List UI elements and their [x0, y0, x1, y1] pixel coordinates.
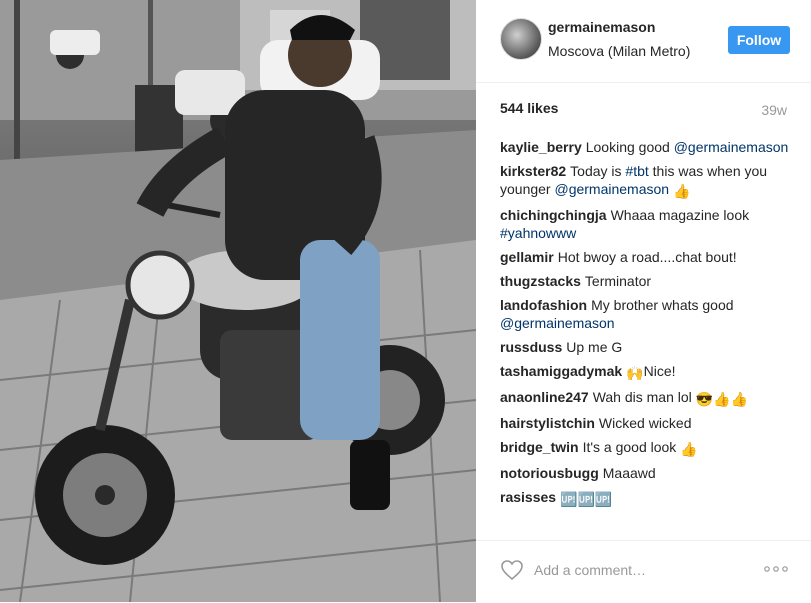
raised-hands-icon: 🙌	[626, 365, 644, 381]
location-link[interactable]: Moscova (Milan Metro)	[548, 43, 690, 59]
post-header: germainemason Moscova (Milan Metro) Foll…	[476, 0, 811, 83]
comment-item: notoriousbugg Maaawd	[500, 464, 790, 482]
comment-text: Terminator	[584, 273, 652, 289]
thumbs-up-icon: 👍	[672, 183, 691, 199]
up-button-icon: 🆙🆙🆙	[560, 491, 613, 507]
comment-text: Hot bwoy a road....chat bout!	[557, 249, 737, 265]
post-photo	[0, 0, 476, 602]
comment-username[interactable]: rasisses	[500, 489, 556, 505]
mention-link[interactable]: @germainemason	[674, 139, 789, 155]
likes-count[interactable]: 544 likes	[500, 100, 558, 116]
comment-item: russduss Up me G	[500, 338, 790, 356]
username-link[interactable]: germainemason	[548, 19, 655, 35]
mention-link[interactable]: @germainemason	[554, 181, 669, 197]
comment-text: Nice!	[643, 363, 676, 379]
comment-item: chichingchingja Whaaa magazine look #yahn…	[500, 206, 790, 242]
comment-username[interactable]: tashamiggadymak	[500, 363, 622, 379]
comment-text: Whaaa magazine look	[610, 207, 750, 223]
comment-text: Maaawd	[602, 465, 656, 481]
comment-item: gellamir Hot bwoy a road....chat bout!	[500, 248, 790, 266]
post-time[interactable]: 39w	[761, 102, 787, 118]
comment-username[interactable]: bridge_twin	[500, 439, 579, 455]
sunglasses-thumbs-icon: 😎👍👍	[695, 391, 748, 407]
comment-username[interactable]: anaonline247	[500, 389, 589, 405]
comment-username[interactable]: russduss	[500, 339, 562, 355]
comment-username[interactable]: notoriousbugg	[500, 465, 599, 481]
more-options-icon[interactable]	[763, 561, 789, 577]
comment-item: thugzstacks Terminator	[500, 272, 790, 290]
thumbs-up-icon: 👍	[680, 441, 698, 457]
comment-username[interactable]: hairstylistchin	[500, 415, 595, 431]
mention-link[interactable]: @germainemason	[500, 315, 615, 331]
comment-item: bridge_twin It's a good look 👍	[500, 438, 790, 458]
comment-text: Today is	[570, 163, 626, 179]
comment-username[interactable]: gellamir	[500, 249, 554, 265]
hashtag-link[interactable]: #tbt	[625, 163, 648, 179]
comment-username[interactable]: kirkster82	[500, 163, 566, 179]
hashtag-link[interactable]: #yahnowww	[500, 225, 576, 241]
comment-text: Up me G	[566, 339, 623, 355]
comment-text: Wah dis man lol	[592, 389, 696, 405]
heart-icon[interactable]	[500, 559, 524, 581]
follow-button[interactable]: Follow	[728, 26, 790, 54]
comment-item: rasisses 🆙🆙🆙	[500, 488, 790, 508]
comment-username[interactable]: thugzstacks	[500, 273, 581, 289]
comment-username[interactable]: kaylie_berry	[500, 139, 582, 155]
post-sidebar: germainemason Moscova (Milan Metro) Foll…	[476, 0, 811, 602]
comment-list: kaylie_berry Looking good @germainemason …	[500, 138, 790, 514]
comment-text: Looking good	[585, 139, 674, 155]
comment-item: hairstylistchin Wicked wicked	[500, 414, 790, 432]
instagram-post: germainemason Moscova (Milan Metro) Foll…	[0, 0, 811, 602]
comment-item: kaylie_berry Looking good @germainemason	[500, 138, 790, 156]
comment-item: kirkster82 Today is #tbt this was when yo…	[500, 162, 790, 200]
comment-footer	[476, 540, 811, 603]
comment-item: landofashion My brother whats good @germa…	[500, 296, 790, 332]
photo-illustration	[0, 0, 476, 602]
comment-text: My brother whats good	[591, 297, 734, 313]
comment-text: Wicked wicked	[598, 415, 692, 431]
comment-username[interactable]: chichingchingja	[500, 207, 607, 223]
comment-item: tashamiggadymak 🙌Nice!	[500, 362, 790, 382]
comment-item: anaonline247 Wah dis man lol 😎👍👍	[500, 388, 790, 408]
user-avatar[interactable]	[500, 18, 542, 60]
comment-username[interactable]: landofashion	[500, 297, 587, 313]
comment-input[interactable]	[534, 559, 734, 581]
comment-text: It's a good look	[582, 439, 681, 455]
